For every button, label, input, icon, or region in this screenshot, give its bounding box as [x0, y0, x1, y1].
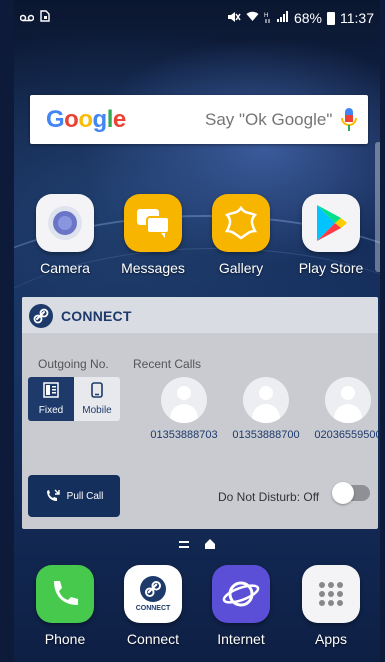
- play-store-icon: [302, 194, 360, 252]
- google-logo: Google: [46, 106, 126, 133]
- app-label: Camera: [40, 260, 90, 276]
- voicemail-icon: [19, 11, 35, 25]
- recent-call[interactable]: 01353888700: [227, 377, 305, 441]
- hplus-icon: H: [264, 11, 272, 26]
- camera-icon: [36, 194, 94, 252]
- battery-icon: [327, 11, 335, 25]
- option-label: Fixed: [38, 405, 64, 416]
- widget-title: CONNECT: [61, 308, 132, 324]
- google-search-bar[interactable]: Google Say "Ok Google": [30, 95, 368, 144]
- dock-label: Connect: [126, 631, 180, 647]
- recent-call-number: 02036559500: [314, 429, 378, 441]
- mic-icon[interactable]: [340, 107, 358, 133]
- phone-icon: [36, 565, 94, 623]
- option-label: Mobile: [82, 405, 112, 416]
- home-dot-icon[interactable]: [204, 538, 215, 552]
- dock-app-internet[interactable]: Internet: [198, 565, 284, 647]
- mobile-phone-icon: [91, 382, 103, 403]
- app-label: Gallery: [218, 260, 264, 276]
- mute-icon: [227, 11, 241, 26]
- connect-logo-icon: [29, 304, 53, 328]
- outgoing-option-fixed[interactable]: Fixed: [28, 377, 74, 421]
- recent-call-number: 01353888700: [232, 429, 300, 441]
- contact-avatar-icon: [325, 377, 371, 423]
- contact-avatar-icon: [161, 377, 207, 423]
- page-indicator: [14, 538, 380, 552]
- apps-grid-icon: [302, 565, 360, 623]
- status-bar: H 68% 11:37: [14, 0, 380, 36]
- connect-widget: CONNECT Outgoing No. Recent Calls Fixed …: [22, 297, 378, 529]
- dock-app-connect[interactable]: CONNECT Connect: [110, 565, 196, 647]
- app-messages[interactable]: Messages: [110, 194, 196, 276]
- app-play-store[interactable]: Play Store: [288, 194, 374, 276]
- edge-panel-handle[interactable]: [375, 142, 380, 272]
- wifi-icon: [246, 11, 259, 25]
- dock: Phone CONNECT Connect Internet Apps: [14, 563, 380, 662]
- gallery-icon: [212, 194, 270, 252]
- svg-text:H: H: [264, 13, 268, 19]
- connect-icon-badge: CONNECT: [135, 605, 171, 612]
- dock-app-apps[interactable]: Apps: [288, 565, 374, 647]
- battery-percent: 68%: [293, 10, 322, 26]
- clock: 11:37: [340, 10, 374, 26]
- toggle-knob: [332, 482, 354, 504]
- sim-card-icon: [40, 10, 50, 25]
- home-screen: H 68% 11:37 Google Say "Ok Google" Camer…: [14, 0, 380, 662]
- menu-lines-icon[interactable]: [179, 538, 192, 552]
- dnd-label: Do Not Disturb: Off: [218, 490, 320, 504]
- app-camera[interactable]: Camera: [22, 194, 108, 276]
- recent-call-number: 01353888703: [150, 429, 218, 441]
- dock-label: Phone: [44, 631, 86, 647]
- app-label: Messages: [121, 260, 185, 276]
- dock-app-phone[interactable]: Phone: [22, 565, 108, 647]
- contact-avatar-icon: [243, 377, 289, 423]
- outgoing-label: Outgoing No.: [38, 357, 109, 371]
- recent-call[interactable]: 02036559500: [309, 377, 378, 441]
- outgoing-number-selector: Fixed Mobile: [28, 377, 120, 421]
- messages-icon: [124, 194, 182, 252]
- search-hint: Say "Ok Google": [205, 110, 333, 129]
- pull-call-icon: [46, 489, 60, 501]
- pull-call-button[interactable]: Pull Call: [28, 475, 120, 517]
- internet-icon: [212, 565, 270, 623]
- desk-phone-icon: [43, 382, 59, 403]
- connect-icon: CONNECT: [124, 565, 182, 623]
- dock-label: Internet: [217, 631, 265, 647]
- dnd-toggle[interactable]: [332, 482, 370, 504]
- signal-icon: [276, 11, 289, 25]
- app-gallery[interactable]: Gallery: [198, 194, 284, 276]
- outgoing-option-mobile[interactable]: Mobile: [74, 377, 120, 421]
- dock-label: Apps: [315, 631, 347, 647]
- recent-calls-label: Recent Calls: [133, 357, 202, 371]
- app-label: Play Store: [298, 260, 364, 276]
- pull-call-label: Pull Call: [66, 490, 104, 502]
- widget-header: CONNECT: [22, 297, 378, 333]
- recent-call[interactable]: 01353888703: [145, 377, 223, 441]
